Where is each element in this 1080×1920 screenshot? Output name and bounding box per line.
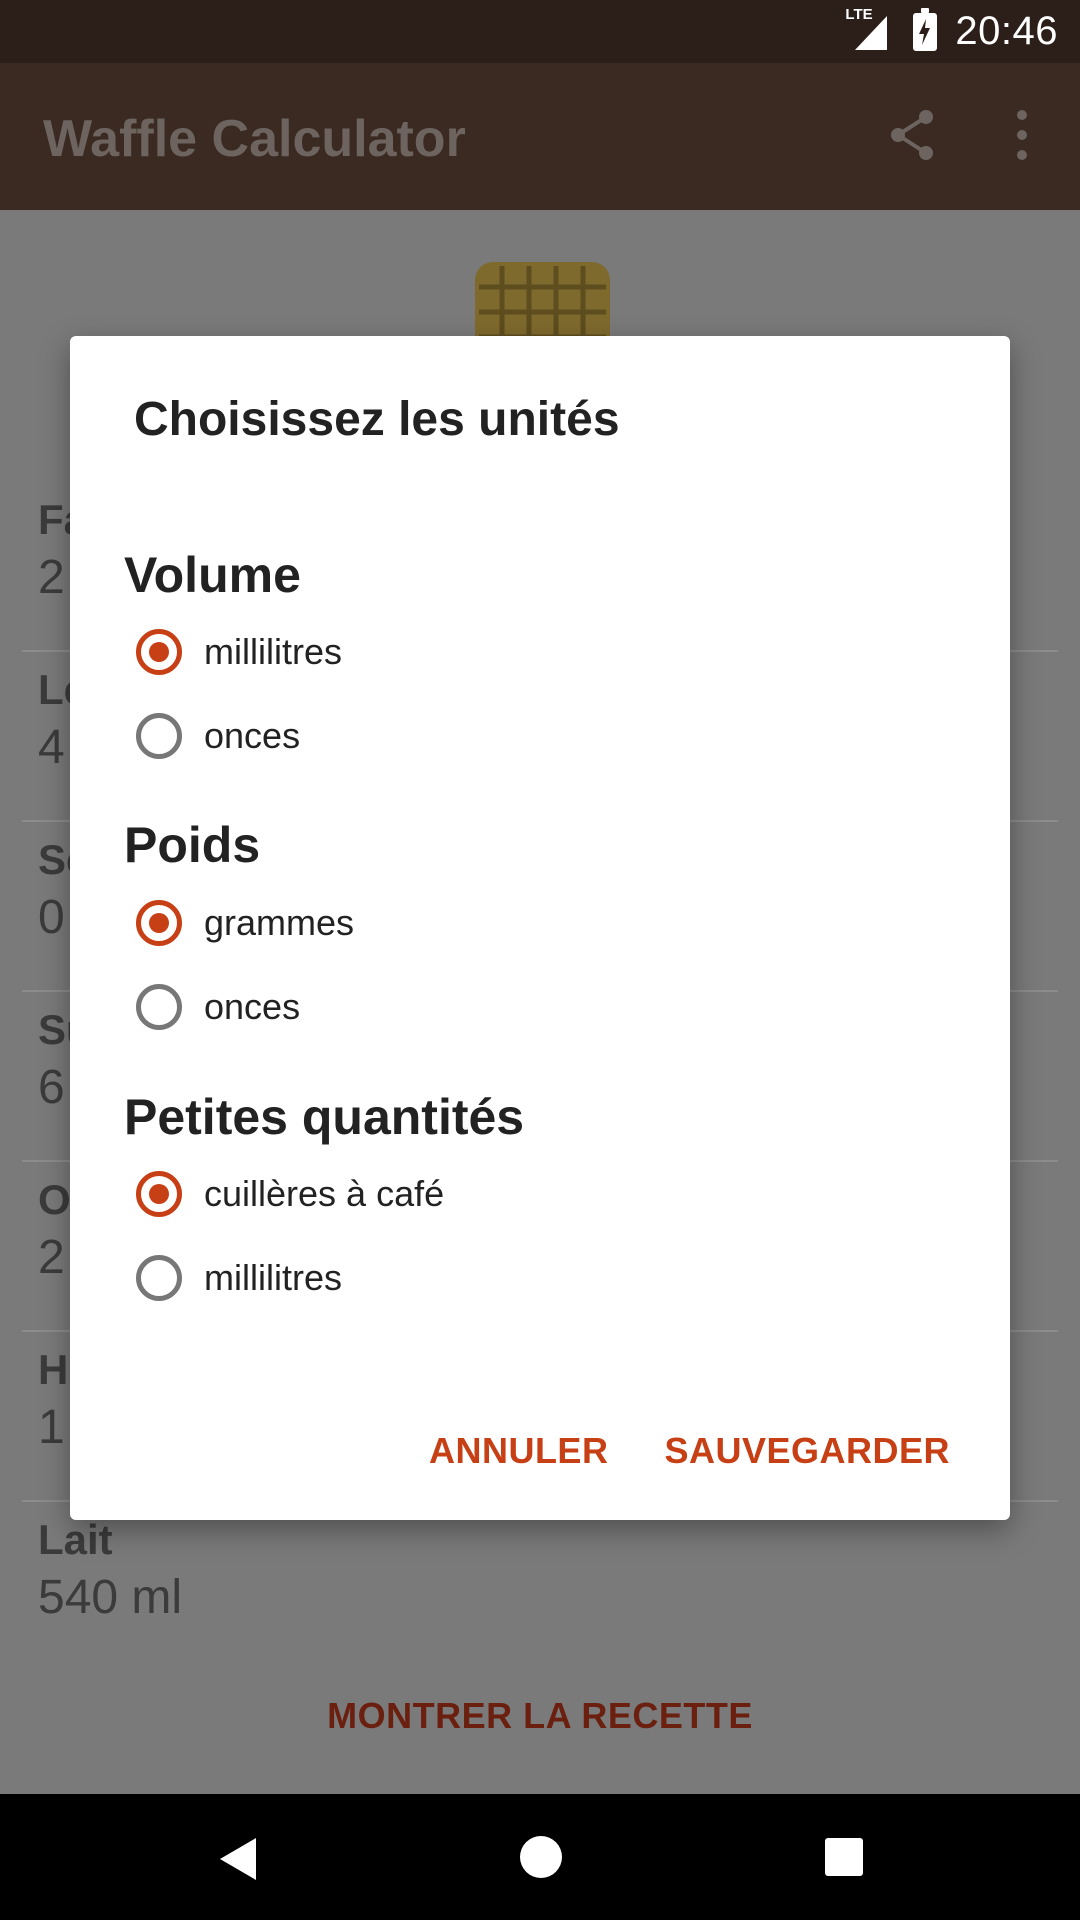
charging-icon	[919, 18, 931, 45]
radio-option[interactable]: onces	[136, 977, 300, 1037]
show-recipe-button[interactable]: MONTRER LA RECETTE	[0, 1695, 1080, 1737]
radio-option[interactable]: cuillères à café	[136, 1164, 444, 1224]
radio-option[interactable]: grammes	[136, 893, 354, 953]
option-label: cuillères à café	[204, 1173, 445, 1214]
radio-unchecked-icon[interactable]	[136, 984, 182, 1030]
item-value: 0	[38, 891, 65, 944]
navigation-bar	[0, 1794, 1080, 1920]
dialog-title: Choisissez les unités	[134, 393, 620, 446]
item-value: 1	[38, 1401, 65, 1454]
radio-checked-icon[interactable]	[136, 629, 182, 675]
save-button[interactable]: SAUVEGARDER	[664, 1430, 950, 1472]
radio-option[interactable]: millilitres	[136, 622, 342, 682]
group-title-poids: Poids	[124, 817, 261, 873]
cancel-button[interactable]: ANNULER	[429, 1430, 609, 1472]
signal-icon: LTE	[845, 6, 895, 52]
app-title: Waffle Calculator	[43, 110, 466, 168]
recent-apps-icon[interactable]	[825, 1838, 863, 1876]
option-label: onces	[204, 986, 301, 1027]
status-icons: LTE 20:46	[845, 0, 1058, 63]
item-value: 2	[38, 1231, 65, 1284]
back-icon[interactable]	[218, 1836, 258, 1882]
option-label: millilitres	[204, 1257, 342, 1298]
item-label: H	[38, 1346, 69, 1393]
share-icon[interactable]	[880, 103, 944, 167]
clock: 20:46	[955, 9, 1058, 53]
app-bar: Waffle Calculator	[0, 63, 1080, 210]
group-title-petites-quantites: Petites quantités	[124, 1089, 525, 1145]
radio-option[interactable]: onces	[136, 706, 300, 766]
screen: LTE 20:46 Waffle Calculator Fa 2 Le 4 Se…	[0, 0, 1080, 1920]
item-value: 4	[38, 721, 65, 774]
radio-checked-icon[interactable]	[136, 900, 182, 946]
option-label: onces	[204, 715, 301, 756]
radio-unchecked-icon[interactable]	[136, 1255, 182, 1301]
item-label: O	[38, 1176, 71, 1223]
radio-option[interactable]: millilitres	[136, 1248, 342, 1308]
item-value: 540 ml	[38, 1571, 183, 1624]
battery-icon	[913, 7, 938, 51]
units-dialog: Choisissez les unités Volume millilitres…	[70, 336, 1010, 1520]
dialog-actions: ANNULER SAUVEGARDER	[429, 1430, 950, 1472]
option-label: millilitres	[204, 631, 342, 672]
item-value: 6	[38, 1061, 65, 1114]
radio-checked-icon[interactable]	[136, 1171, 182, 1217]
item-value: 2	[38, 551, 65, 604]
home-icon[interactable]	[520, 1836, 562, 1878]
status-bar: LTE 20:46	[0, 0, 1080, 63]
network-label: LTE	[845, 5, 873, 23]
more-vert-icon[interactable]	[990, 103, 1054, 167]
list-item[interactable]: Lait 540 ml	[22, 1500, 1058, 1660]
item-label: Lait	[38, 1516, 113, 1563]
group-title-volume: Volume	[124, 547, 301, 603]
option-label: grammes	[204, 902, 355, 943]
radio-unchecked-icon[interactable]	[136, 713, 182, 759]
